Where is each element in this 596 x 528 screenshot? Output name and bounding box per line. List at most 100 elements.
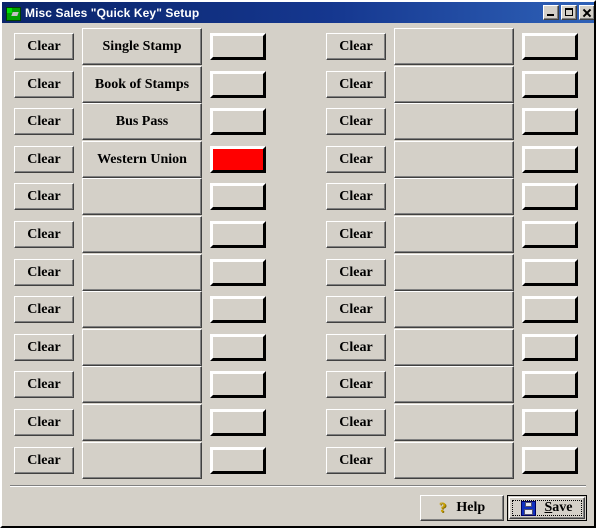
quick-key-color-swatch[interactable] xyxy=(522,108,578,136)
quick-key-row: Clear xyxy=(326,178,594,216)
clear-button[interactable]: Clear xyxy=(326,33,386,60)
quick-key-row: Clear xyxy=(326,328,594,366)
quick-key-color-swatch[interactable] xyxy=(210,183,266,211)
clear-button[interactable]: Clear xyxy=(326,145,386,173)
quick-key-row: Clear xyxy=(326,253,594,291)
clear-button[interactable]: Clear xyxy=(326,258,386,286)
footer-bar: ? Help Save xyxy=(2,489,594,526)
clear-button[interactable]: Clear xyxy=(326,333,386,361)
quick-key-color-swatch[interactable] xyxy=(210,409,266,436)
quick-key-row: Clear Western Union xyxy=(14,140,282,178)
close-button[interactable] xyxy=(579,5,594,20)
quick-key-row: Clear xyxy=(326,366,594,404)
quick-key-label-button[interactable] xyxy=(82,366,202,404)
quick-key-color-swatch[interactable] xyxy=(522,258,578,286)
quick-key-row: Clear xyxy=(14,216,282,253)
quick-key-row: Clear xyxy=(14,291,282,329)
quick-key-color-swatch[interactable] xyxy=(210,33,266,60)
clear-button[interactable]: Clear xyxy=(326,108,386,136)
quick-key-color-swatch[interactable] xyxy=(522,33,578,60)
quick-key-label-button[interactable] xyxy=(82,328,202,366)
quick-key-label-button[interactable] xyxy=(394,140,514,178)
quick-key-label-button[interactable]: Book of Stamps xyxy=(82,65,202,103)
clear-button[interactable]: Clear xyxy=(14,183,74,211)
help-button-label: Help xyxy=(456,500,486,515)
save-button[interactable]: Save xyxy=(507,495,587,521)
clear-button[interactable]: Clear xyxy=(14,371,74,399)
quick-key-label-button[interactable] xyxy=(394,253,514,291)
quick-key-label-button[interactable]: Single Stamp xyxy=(82,28,202,65)
quick-key-color-swatch[interactable] xyxy=(522,446,578,474)
quick-key-color-swatch[interactable] xyxy=(522,333,578,361)
quick-key-label-button[interactable] xyxy=(82,404,202,441)
quick-key-row: Clear Bus Pass xyxy=(14,103,282,141)
quick-key-color-swatch[interactable] xyxy=(210,333,266,361)
quick-key-color-swatch[interactable] xyxy=(210,446,266,474)
quick-key-color-swatch[interactable] xyxy=(210,108,266,136)
quick-key-row: Clear xyxy=(14,328,282,366)
quick-key-label-button[interactable]: Western Union xyxy=(82,140,202,178)
quick-key-color-swatch[interactable] xyxy=(210,221,266,248)
quick-key-color-swatch[interactable] xyxy=(522,371,578,399)
clear-button[interactable]: Clear xyxy=(326,446,386,474)
quick-key-color-swatch[interactable] xyxy=(522,296,578,324)
clear-button[interactable]: Clear xyxy=(14,33,74,60)
footer-separator xyxy=(10,485,586,487)
quick-key-color-swatch[interactable] xyxy=(522,221,578,248)
quick-key-color-swatch[interactable] xyxy=(210,371,266,399)
quick-key-label-button[interactable] xyxy=(394,216,514,253)
quick-key-label-button[interactable] xyxy=(394,178,514,216)
quick-key-color-swatch[interactable] xyxy=(522,70,578,98)
title-bar: Misc Sales "Quick Key" Setup xyxy=(2,2,594,23)
quick-key-row: Clear xyxy=(14,441,282,479)
quick-key-color-swatch[interactable] xyxy=(210,145,266,173)
quick-key-color-swatch[interactable] xyxy=(210,70,266,98)
quick-key-row: Clear xyxy=(14,178,282,216)
clear-button[interactable]: Clear xyxy=(326,70,386,98)
quick-key-row: Clear Single Stamp xyxy=(14,28,282,65)
clear-button[interactable]: Clear xyxy=(326,183,386,211)
quick-key-label-button[interactable] xyxy=(82,178,202,216)
quick-key-color-swatch[interactable] xyxy=(522,183,578,211)
maximize-button[interactable] xyxy=(561,5,577,20)
application-window: Misc Sales "Quick Key" Setup Clear Single… xyxy=(0,0,596,528)
quick-key-label-button[interactable]: Bus Pass xyxy=(82,103,202,141)
clear-button[interactable]: Clear xyxy=(14,446,74,474)
quick-key-label-button[interactable] xyxy=(82,216,202,253)
clear-button[interactable]: Clear xyxy=(14,409,74,436)
quick-key-label-button[interactable] xyxy=(394,291,514,329)
clear-button[interactable]: Clear xyxy=(326,296,386,324)
quick-key-row: Clear Book of Stamps xyxy=(14,65,282,103)
quick-key-label-button[interactable] xyxy=(82,441,202,479)
quick-key-label-button[interactable] xyxy=(394,65,514,103)
clear-button[interactable]: Clear xyxy=(326,371,386,399)
quick-key-color-swatch[interactable] xyxy=(210,258,266,286)
quick-key-label-button[interactable] xyxy=(394,103,514,141)
quick-key-label-button[interactable] xyxy=(394,441,514,479)
quick-key-label-button[interactable] xyxy=(394,404,514,441)
clear-button[interactable]: Clear xyxy=(326,221,386,248)
clear-button[interactable]: Clear xyxy=(14,296,74,324)
quick-key-label-button[interactable] xyxy=(394,328,514,366)
clear-button[interactable]: Clear xyxy=(14,258,74,286)
quick-key-row: Clear xyxy=(326,291,594,329)
question-mark-icon: ? xyxy=(438,499,447,516)
clear-button[interactable]: Clear xyxy=(326,409,386,436)
quick-key-label-button[interactable] xyxy=(82,291,202,329)
quick-key-color-swatch[interactable] xyxy=(210,296,266,324)
clear-button[interactable]: Clear xyxy=(14,333,74,361)
clear-button[interactable]: Clear xyxy=(14,145,74,173)
clear-button[interactable]: Clear xyxy=(14,221,74,248)
quick-key-label-button[interactable] xyxy=(394,366,514,404)
quick-key-row: Clear xyxy=(326,103,594,141)
quick-key-color-swatch[interactable] xyxy=(522,145,578,173)
quick-key-row: Clear xyxy=(14,366,282,404)
quick-key-label-button[interactable] xyxy=(394,28,514,65)
clear-button[interactable]: Clear xyxy=(14,108,74,136)
quick-key-label-button[interactable] xyxy=(82,253,202,291)
window-title: Misc Sales "Quick Key" Setup xyxy=(25,5,200,20)
help-button[interactable]: ? Help xyxy=(420,495,504,521)
minimize-button[interactable] xyxy=(543,5,559,20)
quick-key-color-swatch[interactable] xyxy=(522,409,578,436)
clear-button[interactable]: Clear xyxy=(14,70,74,98)
